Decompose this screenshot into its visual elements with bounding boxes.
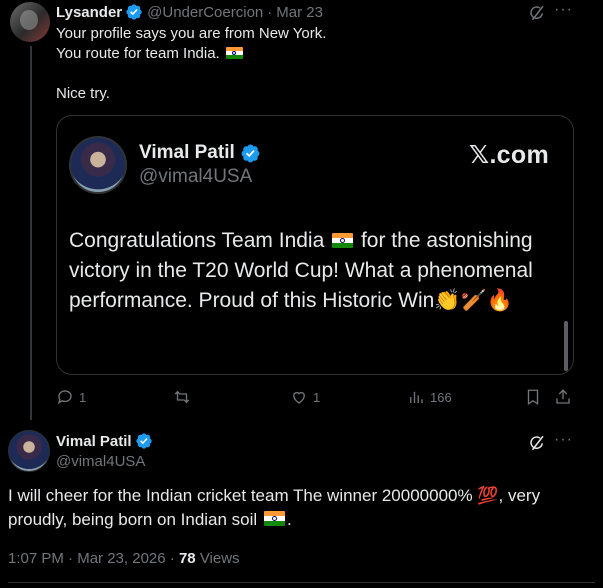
bookmark-button[interactable]: [524, 388, 547, 406]
reply-tweet[interactable]: Lysander @UnderCoercion · Mar 23 ··· You…: [0, 0, 603, 420]
action-bar: 1 1 166: [56, 388, 576, 408]
quote-author-name[interactable]: Vimal Patil: [139, 142, 261, 164]
tweet-time[interactable]: 1:07 PM: [8, 550, 64, 567]
tweet-text: I will cheer for the Indian cricket team…: [8, 486, 541, 529]
verified-badge-icon: [241, 144, 260, 162]
source-logo: 𝕏.com: [469, 141, 549, 169]
thread-line: [30, 46, 32, 420]
separator-dot: ·: [68, 550, 78, 567]
share-button[interactable]: [554, 388, 577, 406]
avatar[interactable]: [8, 430, 50, 472]
tweet-meta: 1:07 PM · Mar 23, 2026 · 78 Views: [8, 550, 240, 567]
views-count: 78: [178, 550, 196, 567]
india-flag-icon: [332, 233, 354, 248]
views-button[interactable]: 166: [407, 388, 452, 406]
reply-button[interactable]: 1: [56, 388, 86, 406]
reply-icon: [57, 390, 72, 405]
avatar[interactable]: [10, 2, 50, 42]
verified-badge-icon: [135, 433, 152, 449]
author-handle[interactable]: @UnderCoercion: [147, 4, 263, 21]
separator-dot: ·: [267, 3, 273, 21]
tweet-date[interactable]: Mar 23, 2026: [77, 550, 165, 567]
author-name[interactable]: Vimal Patil: [56, 432, 153, 450]
tweet-line: Nice try.: [56, 85, 110, 102]
quoted-tweet-card[interactable]: Vimal Patil @vimal4USA 𝕏.com Congratulat…: [56, 115, 574, 375]
like-icon: [293, 391, 305, 404]
hundred-points-emoji: 💯: [477, 486, 499, 505]
tweet-header: Lysander @UnderCoercion · Mar 23: [56, 3, 323, 21]
verified-badge-icon: [126, 4, 142, 20]
author-handle[interactable]: @vimal4USA: [56, 453, 145, 470]
tweet-line: Your profile says you are from New York.: [56, 25, 327, 42]
share-icon: [556, 389, 570, 404]
main-tweet[interactable]: Vimal Patil @vimal4USA ··· I will cheer …: [0, 420, 603, 588]
like-button[interactable]: 1: [290, 388, 320, 406]
tweet-date[interactable]: Mar 23: [276, 4, 323, 21]
divider: [8, 582, 595, 583]
india-flag-icon: [263, 511, 285, 526]
repost-icon: [174, 390, 190, 404]
scrollbar[interactable]: [564, 321, 568, 371]
grok-icon[interactable]: [528, 4, 546, 22]
separator-dot: ·: [169, 550, 179, 567]
bookmark-icon: [527, 389, 539, 406]
repost-button[interactable]: [173, 388, 196, 406]
quote-author-handle[interactable]: @vimal4USA: [139, 166, 252, 188]
more-icon[interactable]: ···: [554, 431, 573, 449]
emoji-group: 👏🏏🔥: [434, 289, 513, 312]
grok-icon[interactable]: [528, 434, 546, 452]
tweet-text: Your profile says you are from New York.…: [56, 24, 326, 104]
india-flag-icon: [225, 47, 243, 59]
views-icon: [410, 391, 423, 403]
avatar[interactable]: [69, 136, 127, 194]
tweet-line: You route for team India.: [56, 44, 326, 64]
more-icon[interactable]: ···: [554, 1, 573, 19]
author-name[interactable]: Lysander: [56, 4, 122, 21]
views-label: Views: [199, 550, 240, 567]
quote-text: Congratulations Team India for the aston…: [69, 229, 533, 312]
